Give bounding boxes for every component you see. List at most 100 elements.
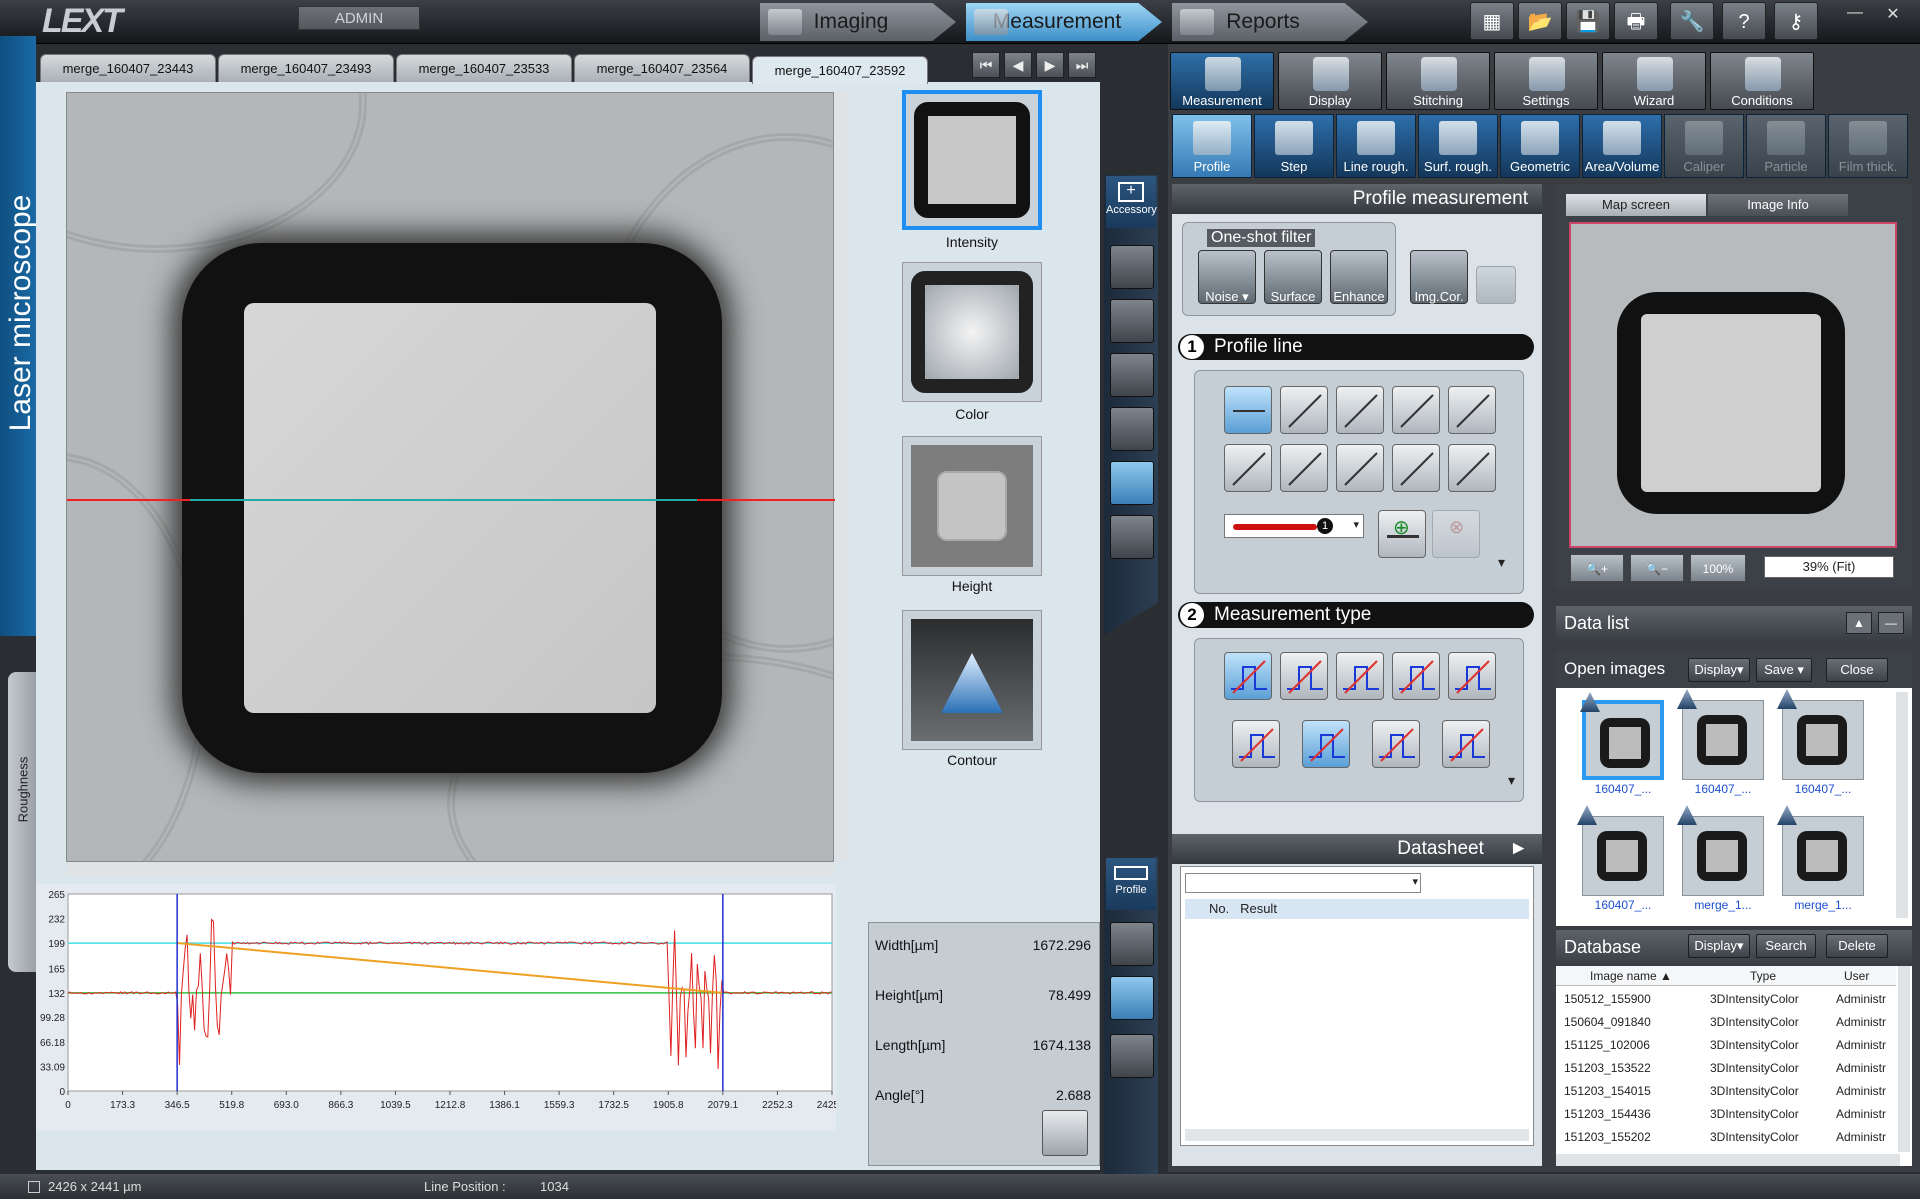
print-icon[interactable]: 🖶: [1614, 2, 1658, 40]
subtool-geometric[interactable]: Geometric: [1500, 114, 1580, 178]
tab-map-screen[interactable]: Map screen: [1566, 194, 1706, 216]
accessory-button[interactable]: + Accessory: [1106, 176, 1156, 228]
zoom-100-button[interactable]: 100%: [1690, 554, 1746, 582]
x-line-icon[interactable]: [1224, 386, 1272, 434]
subtool-surface-roughness[interactable]: Surf. rough.: [1418, 114, 1498, 178]
open-image-item[interactable]: [1782, 816, 1864, 896]
db-search-button[interactable]: Search: [1756, 934, 1816, 958]
frame-icon[interactable]: [1110, 407, 1154, 451]
three-point-line-icon[interactable]: [1392, 386, 1440, 434]
two-point-line-icon[interactable]: [1336, 386, 1384, 434]
doc-tab-active[interactable]: merge_160407_23592: [752, 56, 928, 84]
db-row[interactable]: 151203_154015 3DIntensityColor Administr: [1556, 1080, 1896, 1103]
mode-tab-reports[interactable]: Reports: [1172, 3, 1368, 41]
parallel-line-icon[interactable]: [1448, 386, 1496, 434]
toolbar-measurement[interactable]: Measurement: [1170, 52, 1274, 110]
peak-line-icon[interactable]: [1442, 720, 1490, 768]
doc-tab[interactable]: merge_160407_23493: [218, 54, 394, 82]
circle-3pt-icon[interactable]: [1224, 444, 1272, 492]
next-page-icon[interactable]: ▶: [1036, 52, 1064, 78]
polyline-icon[interactable]: [1336, 444, 1384, 492]
mode-tab-imaging[interactable]: Imaging: [760, 3, 956, 41]
display-dropdown-button[interactable]: Display▾: [1688, 658, 1750, 682]
last-page-icon[interactable]: ⏭: [1068, 52, 1096, 78]
db-horizontal-scrollbar[interactable]: [1556, 1154, 1900, 1166]
doc-tab[interactable]: merge_160407_23564: [574, 54, 750, 82]
triangle-angle-icon[interactable]: [1302, 720, 1350, 768]
thumbnail-contour[interactable]: [902, 610, 1042, 750]
toolbar-display[interactable]: Display: [1278, 52, 1382, 110]
width-icon[interactable]: [1448, 652, 1496, 700]
doc-tab[interactable]: merge_160407_23533: [396, 54, 572, 82]
user-badge[interactable]: ADMIN: [298, 6, 420, 30]
open-image-item[interactable]: [1582, 700, 1664, 780]
tool-icon[interactable]: [1110, 353, 1154, 397]
slope-angle-icon[interactable]: [1232, 720, 1280, 768]
arc-icon[interactable]: [1392, 444, 1440, 492]
radius-icon[interactable]: [1336, 652, 1384, 700]
key-icon[interactable]: ⚷: [1774, 2, 1818, 40]
thumbnail-height[interactable]: [902, 436, 1042, 576]
filter-image-correction[interactable]: Img.Cor.: [1410, 250, 1468, 304]
save-dropdown-button[interactable]: Save ▾: [1756, 658, 1812, 682]
open-images-scrollbar[interactable]: [1896, 692, 1908, 918]
db-display-button[interactable]: Display▾: [1688, 934, 1750, 958]
subtool-profile[interactable]: Profile: [1172, 114, 1252, 178]
toolbar-conditions[interactable]: Conditions: [1710, 52, 1814, 110]
edit-icon[interactable]: [1110, 515, 1154, 559]
subtool-line-roughness[interactable]: Line rough.: [1336, 114, 1416, 178]
subtool-step[interactable]: Step: [1254, 114, 1334, 178]
db-row[interactable]: 151203_154436 3DIntensityColor Administr: [1556, 1103, 1896, 1126]
datasheet-header[interactable]: Datasheet ►: [1172, 834, 1542, 864]
profile-view-icon[interactable]: [1110, 1034, 1154, 1078]
save-icon[interactable]: 💾: [1566, 2, 1610, 40]
step-measure-icon[interactable]: [1224, 652, 1272, 700]
db-row[interactable]: 151203_153522 3DIntensityColor Administr: [1556, 1057, 1896, 1080]
3d-view-icon[interactable]: [1110, 976, 1154, 1020]
tab-image-info[interactable]: Image Info: [1708, 194, 1848, 216]
col-header-user[interactable]: User: [1844, 969, 1869, 983]
toolbar-wizard[interactable]: Wizard: [1602, 52, 1706, 110]
report-export-icon[interactable]: [1042, 1110, 1088, 1156]
db-row[interactable]: 151125_102006 3DIntensityColor Administr: [1556, 1034, 1896, 1057]
toolbar-stitching[interactable]: Stitching: [1386, 52, 1490, 110]
minimize-icon[interactable]: —: [1878, 612, 1904, 634]
expand-icon[interactable]: ▾: [1498, 554, 1505, 571]
minimize-icon[interactable]: —: [1842, 4, 1868, 24]
peak-icon[interactable]: [1392, 652, 1440, 700]
subtool-area-volume[interactable]: Area/Volume: [1582, 114, 1662, 178]
datasheet-scrollbar[interactable]: [1185, 1129, 1529, 1141]
open-image-item[interactable]: [1682, 816, 1764, 896]
expand-icon[interactable]: ▾: [1508, 772, 1515, 789]
thumbnail-color[interactable]: [902, 262, 1042, 402]
2d-3d-icon[interactable]: [1110, 245, 1154, 289]
open-folder-icon[interactable]: 📂: [1518, 2, 1562, 40]
first-page-icon[interactable]: ⏮: [972, 52, 1000, 78]
tools-icon[interactable]: 🔧: [1670, 2, 1714, 40]
vertical-scrollbar[interactable]: [835, 92, 849, 862]
diagonal-icon[interactable]: [1372, 720, 1420, 768]
area-profile-icon[interactable]: [1280, 652, 1328, 700]
filter-noise[interactable]: Noise ▾: [1198, 250, 1256, 304]
help-icon[interactable]: ?: [1722, 2, 1766, 40]
doc-tab[interactable]: merge_160407_23443: [40, 54, 216, 82]
open-image-item[interactable]: [1782, 700, 1864, 780]
line-color-select[interactable]: 1 ▾: [1224, 514, 1364, 538]
main-image-view[interactable]: [66, 92, 834, 862]
profile-side-button[interactable]: Profile: [1106, 858, 1156, 910]
layout-icon[interactable]: [1110, 922, 1154, 966]
profile-graph[interactable]: 265 232 199 165 132 99.28 66.18 33.09 0 0 173.3 346…: [36, 884, 836, 1130]
db-row[interactable]: 151203_155202 3DIntensityColor Administr: [1556, 1126, 1896, 1149]
add-line-icon[interactable]: ⊕: [1378, 510, 1426, 558]
prev-page-icon[interactable]: ◀: [1004, 52, 1032, 78]
arc-2-icon[interactable]: [1448, 444, 1496, 492]
zoom-in-icon[interactable]: 🔍+: [1570, 554, 1624, 582]
datasheet-select[interactable]: ▾: [1185, 873, 1421, 893]
y-line-icon[interactable]: [1280, 386, 1328, 434]
horizontal-scrollbar[interactable]: [66, 862, 834, 876]
thumbnail-intensity[interactable]: [902, 90, 1042, 230]
close-icon[interactable]: ✕: [1880, 4, 1906, 24]
map-image[interactable]: [1569, 222, 1897, 548]
col-header-image-name[interactable]: Image name ▲: [1590, 969, 1672, 983]
calculator-icon[interactable]: ▦: [1470, 2, 1514, 40]
